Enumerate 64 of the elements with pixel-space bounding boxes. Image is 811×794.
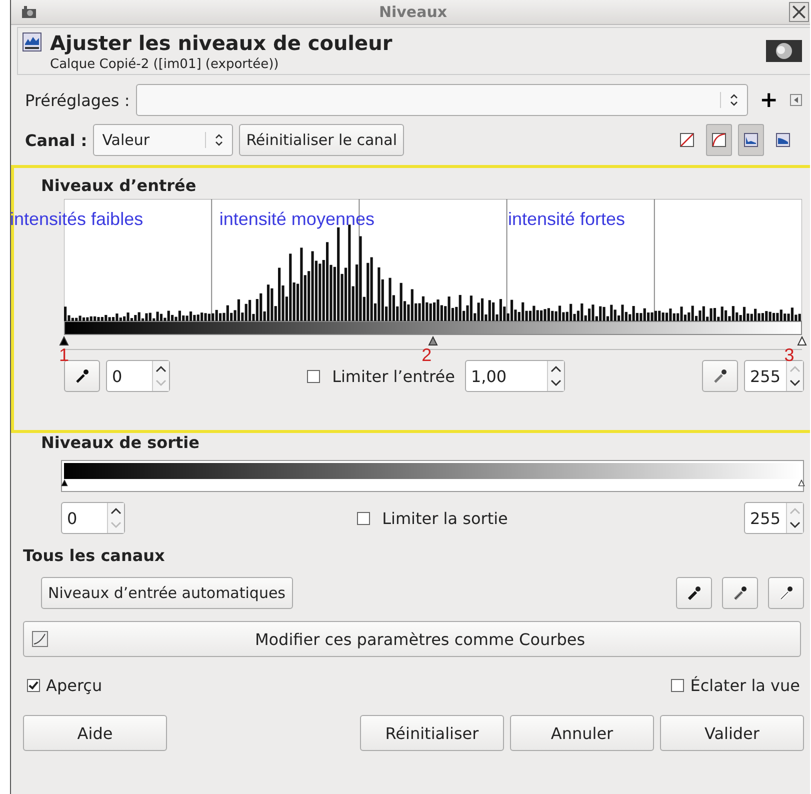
spin-field[interactable]: 255	[744, 502, 804, 534]
dialog-button[interactable]: Valider	[660, 715, 804, 751]
slider-handle[interactable]	[798, 479, 805, 487]
picker-button[interactable]	[676, 577, 712, 609]
spin-field[interactable]: 0	[106, 360, 170, 392]
dialog-button[interactable]: Annuler	[510, 715, 654, 751]
window-title: Niveaux	[378, 3, 448, 21]
picker-button[interactable]	[64, 360, 100, 392]
layer-name: Calque Copié-2 ([im01] (exportée))	[50, 56, 280, 72]
spin-arrows-icon[interactable]	[546, 361, 564, 391]
marker-number: 1	[59, 345, 70, 366]
image-thumbnail	[766, 40, 802, 62]
presets-label: Préréglages :	[25, 90, 130, 110]
picker-button[interactable]	[722, 577, 758, 609]
slider-handle[interactable]	[59, 336, 69, 346]
toggle-button[interactable]	[738, 124, 764, 156]
checkbox[interactable]	[27, 678, 40, 692]
checkbox[interactable]	[357, 512, 370, 524]
checkbox-label: Éclater la vue	[690, 676, 800, 694]
checkbox-label: Aperçu	[46, 676, 102, 694]
dialog-button[interactable]: Réinitialiser	[360, 715, 504, 751]
reset-channel-button[interactable]: Réinitialiser le canal	[239, 124, 404, 156]
spin-field[interactable]: 255	[744, 360, 804, 392]
curve-icon	[712, 133, 726, 147]
app-icon	[21, 5, 37, 19]
curve-icon	[32, 631, 48, 647]
spin-arrows-icon[interactable]	[107, 503, 124, 533]
add-preset-button[interactable]: +	[754, 88, 784, 112]
edit-as-curves-button[interactable]: Modifier ces paramètres comme Courbes	[23, 621, 801, 657]
eyedropper-icon	[732, 585, 748, 601]
diagonal-line-icon	[680, 133, 694, 147]
eyedropper-icon	[778, 585, 794, 601]
annotation-label: intensité fortes	[508, 209, 626, 230]
dialog-title: Ajuster les niveaux de couleur	[50, 30, 394, 54]
checkbox[interactable]	[671, 678, 684, 692]
updown-arrows-icon	[720, 92, 739, 108]
section-heading: Niveaux de sortie	[41, 433, 200, 452]
auto-levels-button[interactable]: Niveaux d’entrée automatiques	[41, 577, 292, 609]
spin-arrows-icon[interactable]	[786, 503, 803, 533]
toggle-button[interactable]	[706, 124, 732, 156]
eyedropper-icon	[74, 368, 90, 384]
eyedropper-icon	[712, 368, 728, 384]
histogram-icon	[776, 133, 790, 147]
slider-handle[interactable]	[61, 479, 68, 487]
checkbox-label: Limiter la sortie	[382, 508, 508, 528]
dialog-button[interactable]: Aide	[23, 715, 167, 751]
checkbox-label: Limiter l’entrée	[332, 366, 455, 386]
histogram-icon	[744, 133, 758, 147]
section-heading: Tous les canaux	[23, 546, 166, 565]
marker-number: 2	[422, 345, 432, 366]
spin-arrows-icon[interactable]	[152, 361, 169, 391]
levels-icon	[22, 32, 42, 52]
checkbox[interactable]	[307, 370, 320, 382]
slider-handle[interactable]	[797, 336, 807, 346]
menu-icon[interactable]	[790, 94, 802, 106]
eyedropper-icon	[686, 585, 702, 601]
channel-combo[interactable]: Valeur	[93, 124, 234, 156]
channel-label: Canal :	[25, 130, 88, 150]
spin-field[interactable]: 0	[61, 502, 125, 534]
spin-arrows-icon[interactable]	[786, 361, 803, 391]
close-button[interactable]	[789, 2, 809, 22]
spin-field[interactable]: 1,00	[464, 360, 565, 392]
section-heading: Niveaux d’entrée	[41, 176, 198, 195]
updown-arrows-icon	[205, 132, 224, 148]
